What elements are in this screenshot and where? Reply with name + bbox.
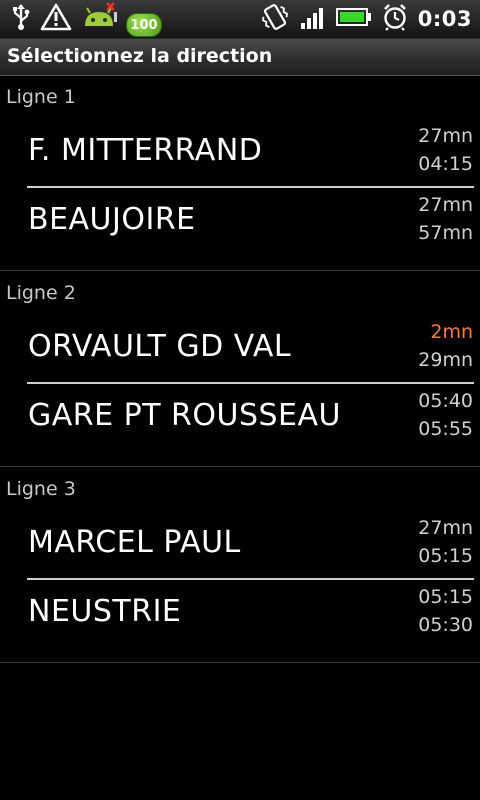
page-title: Sélectionnez la direction [7,45,273,67]
direction-name: NEUSTRIE [28,594,182,629]
next-departure-time: 27mn [418,125,473,147]
direction-name: MARCEL PAUL [28,525,241,560]
section-divider [0,270,480,271]
signal-icon [300,4,326,34]
next-departure-time: 05:15 [418,586,473,608]
following-departure-time: 05:15 [418,545,473,567]
status-bar: 100 0:03 [0,0,480,39]
direction-name: BEAUJOIRE [28,202,196,237]
direction-name: GARE PT ROUSSEAU [28,398,341,433]
direction-row[interactable]: MARCEL PAUL 27mn 05:15 [0,511,480,579]
status-time: 0:03 [417,7,472,31]
section-header: Ligne 2 [6,282,76,304]
next-departure-time: 05:40 [418,390,473,412]
battery-level-badge: 100 [126,13,162,37]
section-divider [0,662,480,663]
section-header: Ligne 1 [6,86,76,108]
following-departure-time: 29mn [418,349,473,371]
following-departure-time: 04:15 [418,153,473,175]
next-departure-time: 2mn [430,321,473,343]
direction-name: ORVAULT GD VAL [28,329,292,364]
following-departure-time: 05:30 [418,614,473,636]
title-bar: Sélectionnez la direction [0,39,480,76]
notification-icons [10,2,118,36]
next-departure-time: 27mn [418,194,473,216]
direction-row[interactable]: F. MITTERRAND 27mn 04:15 [0,119,480,187]
system-icons: 0:03 [260,3,472,35]
section-divider [0,466,480,467]
direction-row[interactable]: NEUSTRIE 05:15 05:30 [0,580,480,648]
section-header: Ligne 3 [6,478,76,500]
following-departure-time: 57mn [418,222,473,244]
alarm-icon [382,3,408,35]
android-debug-icon [80,2,118,36]
direction-row[interactable]: GARE PT ROUSSEAU 05:40 05:55 [0,384,480,452]
warning-icon [40,3,72,35]
direction-row[interactable]: ORVAULT GD VAL 2mn 29mn [0,315,480,383]
vibrate-icon [260,2,290,36]
line-section: Ligne 1 F. MITTERRAND 27mn 04:15 BEAUJOI… [0,76,480,271]
battery-icon [335,7,372,31]
line-section: Ligne 3 MARCEL PAUL 27mn 05:15 NEUSTRIE … [0,468,480,663]
next-departure-time: 27mn [418,517,473,539]
line-section: Ligne 2 ORVAULT GD VAL 2mn 29mn GARE PT … [0,272,480,467]
usb-icon [10,3,32,35]
direction-name: F. MITTERRAND [28,133,263,168]
direction-row[interactable]: BEAUJOIRE 27mn 57mn [0,188,480,256]
following-departure-time: 05:55 [418,418,473,440]
